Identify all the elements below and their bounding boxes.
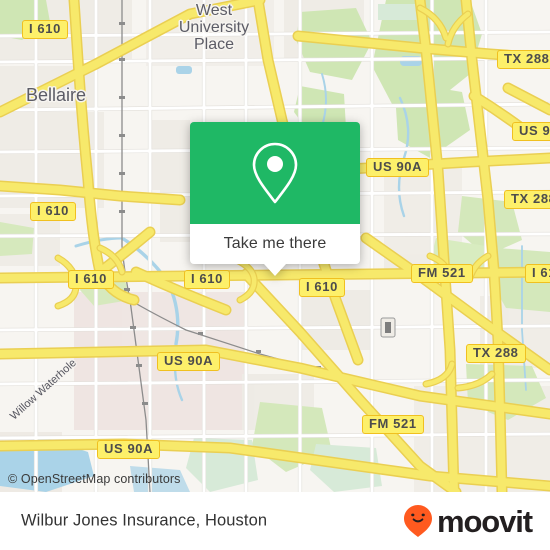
highway-shield-i610-s1[interactable]: I 610 [184,270,230,289]
moovit-logo[interactable]: moovit [403,503,533,539]
popup-header [190,122,360,224]
highway-shield-i610-s2[interactable]: I 610 [299,278,345,297]
place-label-west-university-place: West University Place [178,2,250,53]
highway-shield-tx288-ne[interactable]: TX 288 [497,50,550,69]
highway-shield-tx288-e[interactable]: TX 288 [504,190,550,209]
footer-bar: Wilbur Jones Insurance, Houston moovit [0,492,550,550]
highway-shield-fm521-c[interactable]: FM 521 [411,264,473,283]
highway-shield-i610-w[interactable]: I 610 [30,202,76,221]
highway-shield-us90a-c[interactable]: US 90A [366,158,430,177]
highway-shield-i610-se[interactable]: I 610 [525,264,550,283]
take-me-there-label: Take me there [223,235,327,252]
map-pin-icon [252,142,298,204]
take-me-there-popup[interactable]: Take me there [190,122,360,276]
highway-shield-us90a-s[interactable]: US 90A [97,440,161,459]
highway-shield-i610-sw[interactable]: I 610 [68,270,114,289]
highway-shield-us90a-e[interactable]: US 90A [512,122,550,141]
place-label-bellaire: Bellaire [26,85,87,105]
map-screenshot-root: .road-maj-c { stroke:#f7e96b; stroke-lin… [0,0,550,550]
moovit-wordmark: moovit [436,503,533,539]
osm-attribution[interactable]: © OpenStreetMap contributors [8,472,181,486]
highway-shield-i610-nw[interactable]: I 610 [22,20,68,39]
popup-tail-icon [264,264,286,276]
highway-shield-us90a-sw[interactable]: US 90A [157,352,221,371]
popup-body[interactable]: Take me there [190,224,360,276]
map-canvas[interactable]: .road-maj-c { stroke:#f7e96b; stroke-lin… [0,0,550,492]
highway-shield-fm521-s[interactable]: FM 521 [362,415,424,434]
poi-marker-icon [380,317,396,338]
highway-shield-tx288-s[interactable]: TX 288 [466,344,526,363]
moovit-pin-smiley-icon [403,505,432,537]
place-title: Wilbur Jones Insurance, Houston [21,511,268,530]
